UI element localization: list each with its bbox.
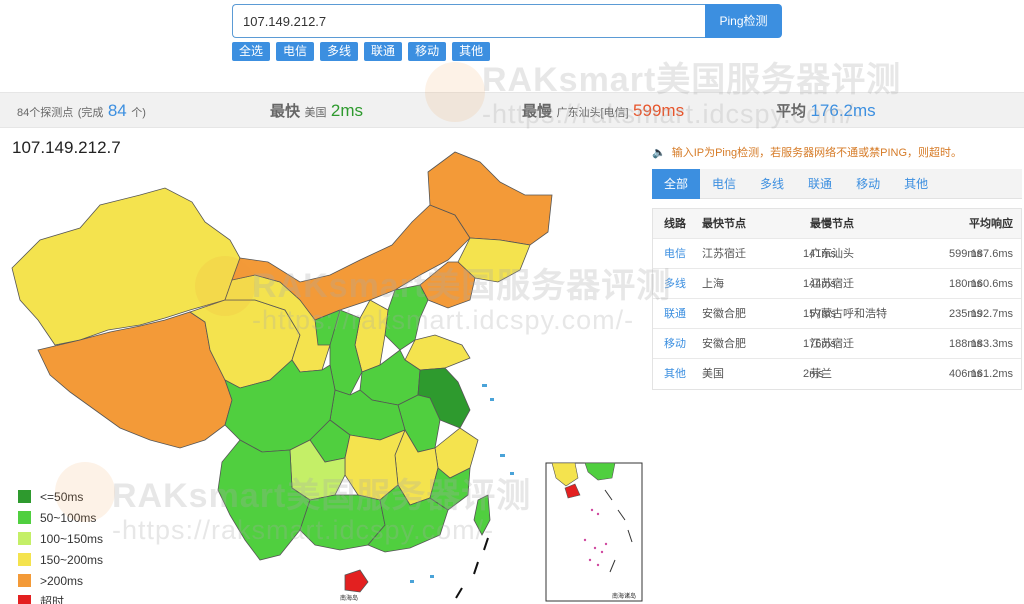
complete-prefix: (完成 [77,107,104,119]
row-slow-node: 芬兰 [810,368,832,380]
row-average: 161.2ms [970,368,1013,380]
row-fast-node: 江苏宿迁 [702,248,746,260]
average-stat: 平均 176.2ms [776,93,876,129]
probe-count: 84个探测点 (完成 84 个) [17,93,146,129]
row-fast-node: 美国 [702,368,724,380]
legend-label: >200ms [40,573,84,588]
legend-swatch [18,490,31,503]
row-slow-node: 内蒙古呼和浩特 [810,308,887,320]
slowest-label: 最慢 [522,103,553,120]
legend-item: >200ms [18,570,103,591]
fastest-location: 美国 [304,107,327,119]
legend-swatch [18,574,31,587]
ping-notice: 🔈 输入IP为Ping检测，若服务器网络不通或禁PING，则超时。 [652,144,962,160]
average-label: 平均 [776,103,807,120]
row-slow-node: 广东汕头 [810,248,854,260]
row-slow-node: 江苏宿迁 [810,338,854,350]
fastest-value: 2ms [330,101,364,120]
ping-check-button[interactable]: Ping检测 [705,4,782,38]
slowest-stat: 最慢 广东汕头[电信] 599ms [522,93,684,129]
tab-other[interactable]: 其他 [892,169,940,199]
legend-label: 50~100ms [40,510,97,525]
header-average: 平均响应 [969,218,1013,230]
legend-swatch [18,553,31,566]
complete-suffix: 个) [131,107,146,119]
fastest-stat: 最快 美国 2ms [270,93,363,129]
row-fast-node: 安徽合肥 [702,308,746,320]
header-fast-node: 最快节点 [702,218,746,230]
legend-label: 100~150ms [40,531,104,546]
slowest-location: 广东汕头[电信] [556,107,629,119]
row-fast-node: 上海 [702,278,724,290]
legend-swatch [18,511,31,524]
legend-item: 150~200ms [18,549,103,570]
filter-unicom-button[interactable]: 联通 [364,42,403,61]
region-shanxi[interactable] [354,299,389,373]
hainan-label: 南海岛 [340,594,358,602]
row-slow-node: 江苏宿迁 [810,278,854,290]
table-row: 联通 安徽合肥 157ms 内蒙古呼和浩特 235ms 192.7ms [653,299,1021,329]
filter-mobile-button[interactable]: 移动 [408,42,447,61]
slowest-value: 599ms [633,101,685,120]
map-legend: <=50ms 50~100ms 100~150ms 150~200ms >200… [18,486,103,604]
row-line-link[interactable]: 其他 [664,359,686,389]
filter-select-all-button[interactable]: 全选 [232,42,271,61]
legend-label: <=50ms [40,489,84,504]
legend-item: 50~100ms [18,507,103,528]
row-average: 160.6ms [970,278,1013,290]
page: { "search": { "value": "107.149.212.7", … [0,0,1024,604]
legend-swatch [18,595,31,604]
row-average: 183.3ms [970,338,1013,350]
header-line: 线路 [664,218,686,230]
legend-item: 100~150ms [18,528,103,549]
row-fast-node: 安徽合肥 [702,338,746,350]
complete-count: 84 [107,101,127,120]
line-filter-group: 全选 电信 多线 联通 移动 其他 [232,42,491,61]
map-ip-title: 107.149.212.7 [12,138,121,157]
row-line-link[interactable]: 多线 [664,269,686,299]
filter-multiline-button[interactable]: 多线 [320,42,359,61]
region-hainan[interactable] [344,569,369,593]
search-bar: Ping检测 [232,4,782,38]
legend-label: 150~200ms [40,552,104,567]
legend-item: <=50ms [18,486,103,507]
table-row: 多线 上海 144ms 江苏宿迁 180ms 160.6ms [653,269,1021,299]
region-taiwan[interactable] [473,494,491,536]
table-row: 移动 安徽合肥 176ms 江苏宿迁 188ms 183.3ms [653,329,1021,359]
table-row: 其他 美国 2ms 芬兰 406ms 161.2ms [653,359,1021,389]
row-average: 192.7ms [970,308,1013,320]
filter-telecom-button[interactable]: 电信 [276,42,315,61]
line-summary-table: 线路 最快节点 最慢节点 平均响应 电信 江苏宿迁 141ms 广东汕头 599… [652,208,1022,390]
probe-count-label: 84个探测点 [17,107,74,119]
filter-other-button[interactable]: 其他 [452,42,491,61]
south-china-sea-inset: 南海诸岛 [545,462,643,602]
table-row: 电信 江苏宿迁 141ms 广东汕头 599ms 187.6ms [653,239,1021,269]
sea-border-lines [455,537,489,599]
average-value: 176.2ms [810,101,876,120]
region-shandong[interactable] [404,334,471,371]
row-average: 187.6ms [970,248,1013,260]
tab-mobile[interactable]: 移动 [844,169,892,199]
notice-text: 输入IP为Ping检测，若服务器网络不通或禁PING，则超时。 [671,147,963,159]
legend-swatch [18,532,31,545]
tab-all[interactable]: 全部 [652,169,701,199]
row-line-link[interactable]: 联通 [664,299,686,329]
legend-label: 超时 [40,595,65,604]
stats-bar: 84个探测点 (完成 84 个) 最快 美国 2ms 最慢 广东汕头[电信] 5… [0,92,1024,128]
header-slow-node: 最慢节点 [810,218,854,230]
tab-telecom[interactable]: 电信 [700,169,748,199]
speaker-icon: 🔈 [652,147,666,159]
inset-title: 南海诸岛 [612,592,636,600]
ip-input[interactable] [232,4,705,38]
tab-multiline[interactable]: 多线 [748,169,796,199]
tab-unicom[interactable]: 联通 [796,169,844,199]
fastest-label: 最快 [270,103,301,120]
row-line-link[interactable]: 移动 [664,329,686,359]
legend-item: 超时 [18,591,103,604]
line-tabs: 全部 电信 多线 联通 移动 其他 [652,169,1022,199]
table-header-row: 线路 最快节点 最慢节点 平均响应 [653,209,1021,239]
row-line-link[interactable]: 电信 [664,239,686,269]
